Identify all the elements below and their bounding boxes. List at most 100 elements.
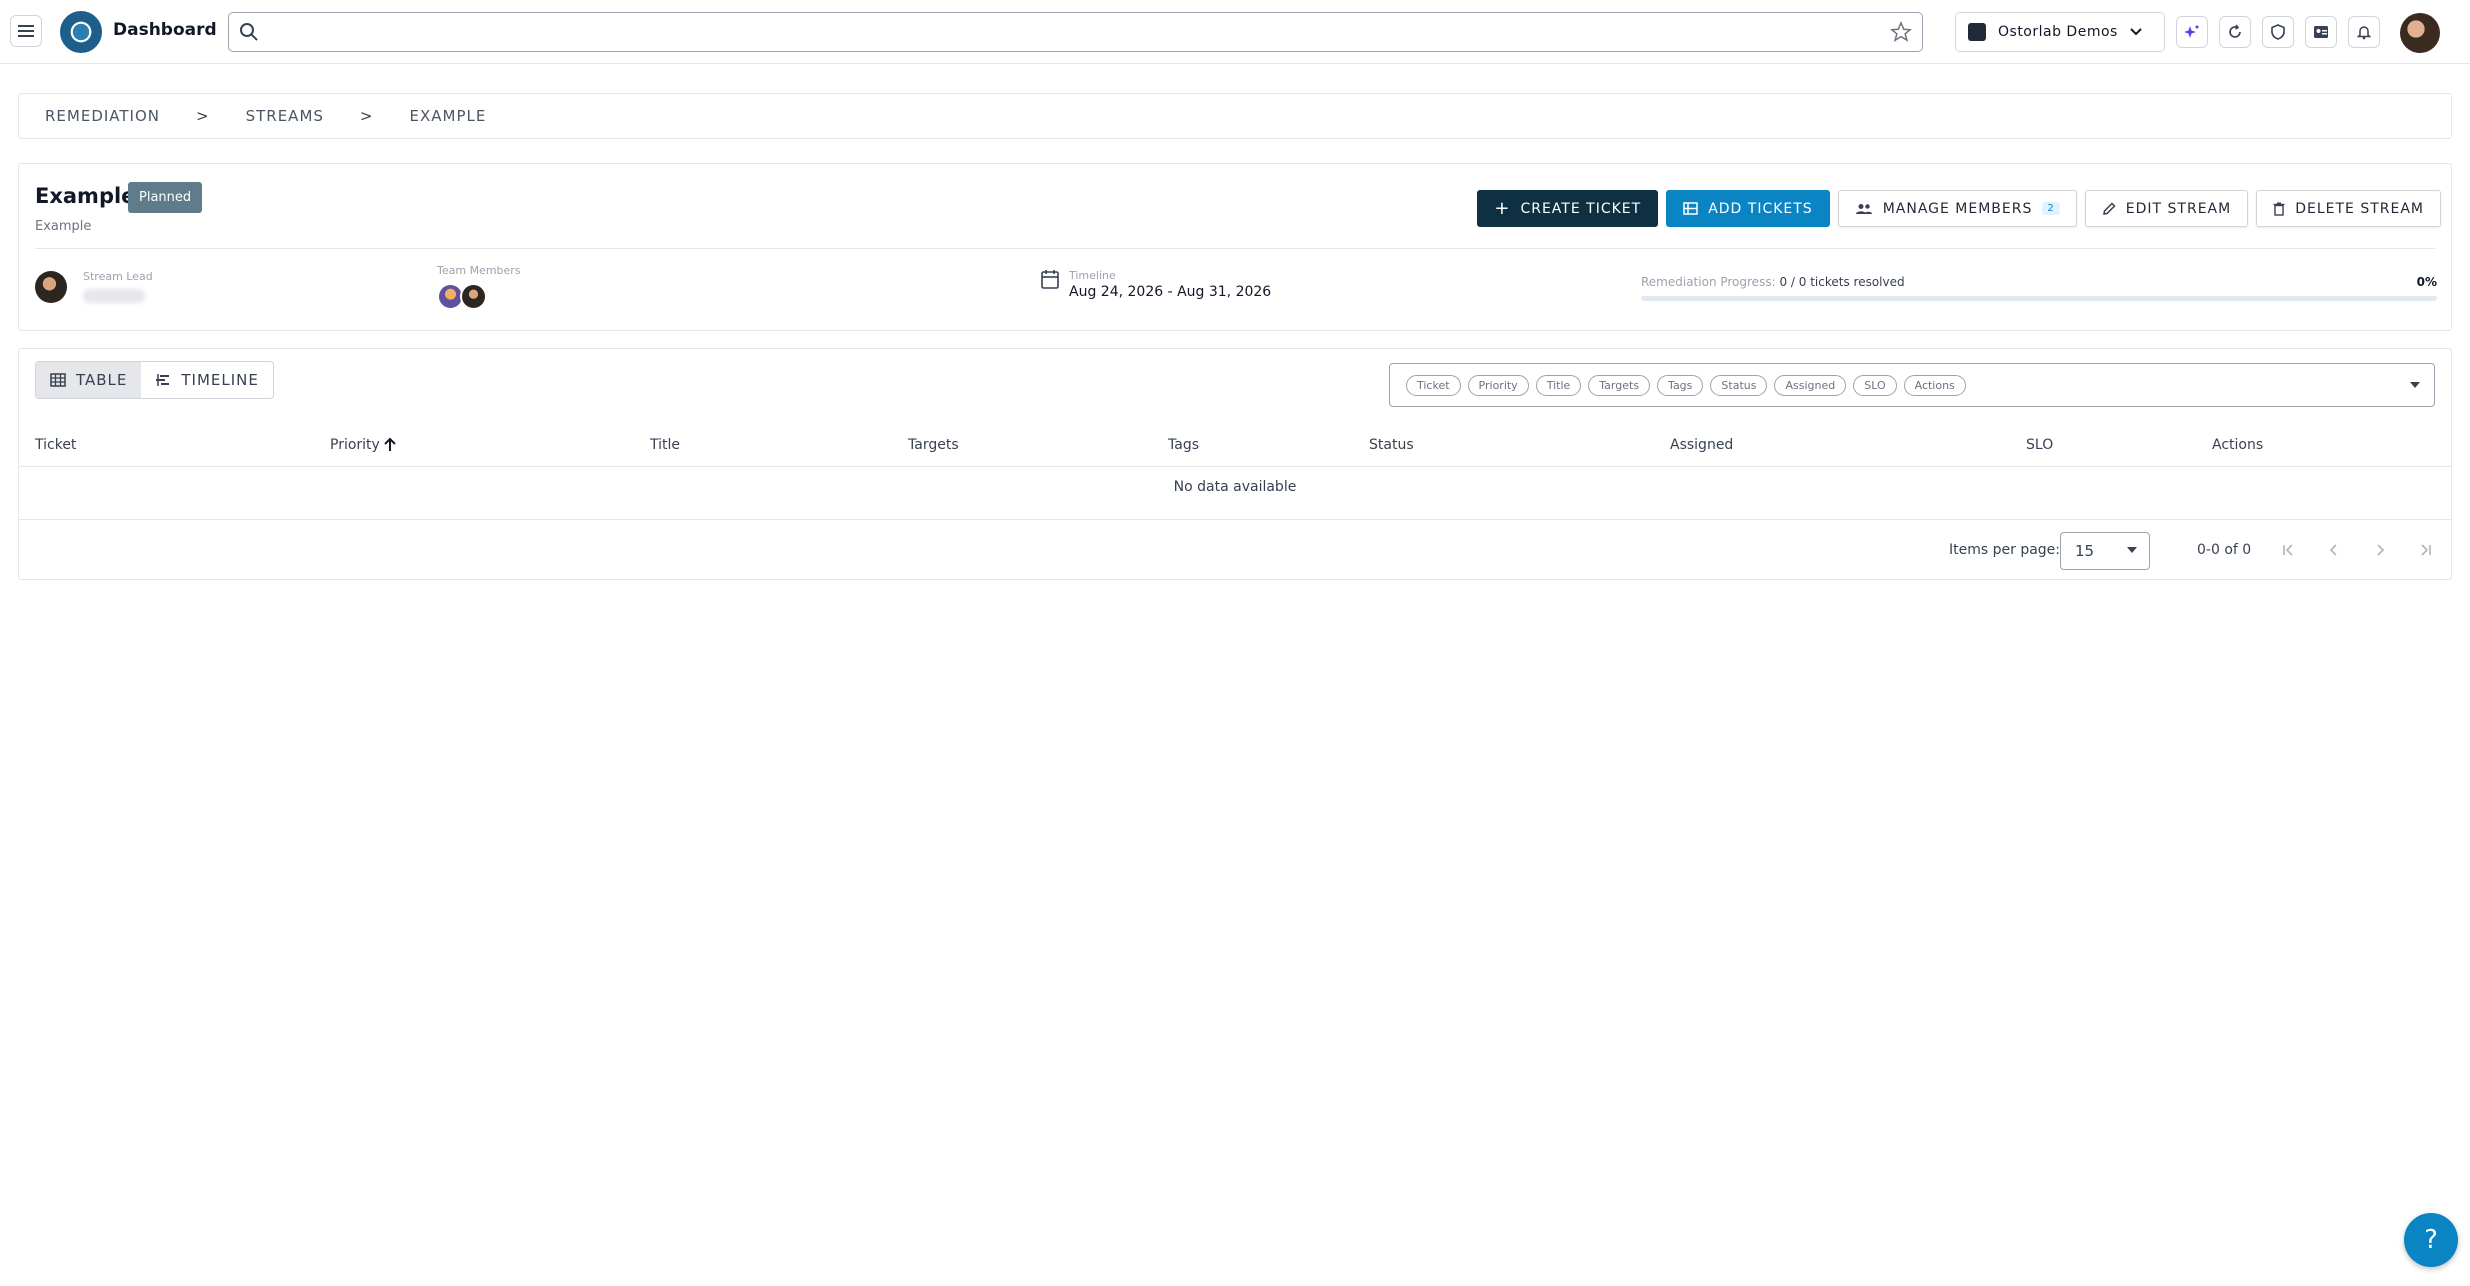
- timeline: Timeline Aug 24, 2026 - Aug 31, 2026: [1041, 269, 1271, 300]
- column-header-ticket[interactable]: Ticket: [35, 437, 76, 453]
- brand-title[interactable]: Dashboard: [113, 20, 217, 40]
- stream-header-card: Example Planned Example + CREATE TICKET …: [18, 163, 2452, 331]
- breadcrumb-separator: >: [359, 107, 374, 125]
- stream-lead-name-redacted: [83, 289, 145, 303]
- column-chip-tags[interactable]: Tags: [1657, 374, 1704, 396]
- column-chip-targets[interactable]: Targets: [1588, 374, 1651, 396]
- progress-label: Remediation Progress:: [1641, 275, 1776, 289]
- team-members-avatars: [437, 283, 521, 310]
- column-header-title[interactable]: Title: [650, 437, 680, 453]
- breadcrumb-separator: >: [196, 107, 210, 125]
- member-avatar[interactable]: [460, 283, 487, 310]
- column-chip-assigned[interactable]: Assigned: [1774, 374, 1847, 396]
- column-header-tags[interactable]: Tags: [1168, 437, 1199, 453]
- column-header-targets[interactable]: Targets: [908, 437, 959, 453]
- bell-icon: [2356, 26, 2372, 40]
- ai-assistant-button[interactable]: [2176, 16, 2208, 48]
- stream-title: Example: [35, 184, 136, 208]
- column-header-priority[interactable]: Priority: [330, 437, 396, 453]
- search-input[interactable]: [269, 19, 1869, 45]
- create-ticket-button[interactable]: + CREATE TICKET: [1477, 190, 1659, 227]
- column-chip-slo[interactable]: SLO: [1853, 374, 1897, 396]
- column-chip-actions[interactable]: Actions: [1903, 374, 1966, 396]
- org-name: Ostorlab Demos: [1998, 24, 2118, 40]
- user-avatar[interactable]: [2400, 13, 2440, 53]
- delete-stream-button[interactable]: DELETE STREAM: [2256, 190, 2441, 227]
- column-selector[interactable]: Ticket Priority Title Targets Tags Statu…: [1389, 363, 2435, 407]
- progress-text: 0 / 0 tickets resolved: [1779, 275, 1905, 289]
- plus-icon: +: [1494, 197, 1511, 219]
- table-view-label: TABLE: [76, 371, 128, 389]
- refresh-icon: [2229, 24, 2241, 38]
- organization-selector[interactable]: Ostorlab Demos: [1955, 12, 2165, 52]
- column-header-status[interactable]: Status: [1369, 437, 1414, 453]
- last-page-button[interactable]: [2412, 537, 2438, 563]
- column-chip-ticket[interactable]: Ticket: [1406, 374, 1461, 396]
- timeline-label: Timeline: [1069, 269, 1116, 282]
- trash-icon: [2273, 202, 2285, 216]
- edit-stream-label: EDIT STREAM: [2125, 200, 2232, 217]
- delete-stream-label: DELETE STREAM: [2295, 200, 2424, 217]
- star-icon[interactable]: [1890, 21, 1912, 43]
- tickets-table-card: TABLE TIMELINE Ticket Priority Title Tar…: [18, 348, 2452, 580]
- table-add-icon: [1683, 202, 1698, 215]
- column-header-assigned[interactable]: Assigned: [1670, 437, 1733, 453]
- menu-button[interactable]: [10, 15, 42, 47]
- breadcrumb-remediation[interactable]: REMEDIATION: [45, 107, 160, 125]
- org-logo-icon: [1968, 23, 1986, 41]
- timeline-view-button[interactable]: TIMELINE: [141, 362, 273, 398]
- add-tickets-button[interactable]: ADD TICKETS: [1666, 190, 1830, 227]
- team-members-label: Team Members: [437, 264, 521, 277]
- manage-members-button[interactable]: MANAGE MEMBERS 2: [1837, 190, 2077, 227]
- shield-icon: [2271, 24, 2285, 40]
- people-icon: [1855, 203, 1872, 214]
- notifications-button[interactable]: [2348, 16, 2380, 48]
- breadcrumb-streams[interactable]: STREAMS: [246, 107, 324, 125]
- sparkle-icon: [2184, 25, 2199, 38]
- grid-icon: [50, 373, 66, 387]
- app-logo[interactable]: [60, 11, 102, 53]
- sort-ascending-icon: [384, 437, 396, 451]
- items-per-page-label: Items per page:: [1949, 542, 2061, 558]
- members-count-badge: 2: [2042, 202, 2060, 215]
- chevron-down-icon: [2130, 28, 2142, 36]
- help-button[interactable]: ?: [2404, 1213, 2458, 1267]
- stream-description: Example: [35, 219, 92, 234]
- contacts-button[interactable]: [2305, 16, 2337, 48]
- divider: [35, 248, 2435, 249]
- timeline-value: Aug 24, 2026 - Aug 31, 2026: [1069, 284, 1272, 300]
- security-button[interactable]: [2262, 16, 2294, 48]
- remediation-progress: Remediation Progress: 0 / 0 tickets reso…: [1641, 275, 2437, 301]
- view-toggle: TABLE TIMELINE: [35, 361, 274, 399]
- column-header-actions[interactable]: Actions: [2212, 437, 2263, 453]
- column-chip-priority[interactable]: Priority: [1467, 374, 1529, 396]
- team-members: Team Members: [437, 264, 521, 310]
- edit-stream-button[interactable]: EDIT STREAM: [2084, 190, 2249, 227]
- progress-percent: 0%: [2416, 275, 2437, 289]
- next-page-button[interactable]: [2367, 537, 2393, 563]
- chevron-left-icon: [2329, 544, 2337, 556]
- last-page-icon: [2421, 544, 2431, 556]
- table-footer: Items per page: 15 0-0 of 0: [19, 519, 2451, 579]
- pagination-range: 0-0 of 0: [2197, 542, 2252, 558]
- refresh-button[interactable]: [2219, 16, 2251, 48]
- search-bar[interactable]: [228, 12, 1923, 52]
- breadcrumb: REMEDIATION > STREAMS > EXAMPLE: [18, 93, 2452, 139]
- column-chip-status[interactable]: Status: [1710, 374, 1768, 396]
- stream-actions: + CREATE TICKET ADD TICKETS MANAGE MEMBE…: [1477, 190, 2441, 227]
- progress-bar: [1641, 296, 2437, 301]
- top-bar: Dashboard Ostorlab Demos: [0, 0, 2470, 64]
- manage-members-label: MANAGE MEMBERS: [1882, 200, 2033, 217]
- table-view-button[interactable]: TABLE: [36, 362, 142, 398]
- stream-lead: Stream Lead: [83, 270, 153, 303]
- previous-page-button[interactable]: [2321, 537, 2347, 563]
- create-ticket-label: CREATE TICKET: [1520, 200, 1642, 217]
- column-chip-title[interactable]: Title: [1535, 374, 1582, 396]
- items-per-page-select[interactable]: 15: [2060, 532, 2150, 570]
- first-page-button[interactable]: [2276, 537, 2302, 563]
- add-tickets-label: ADD TICKETS: [1708, 200, 1813, 217]
- column-header-slo[interactable]: SLO: [2026, 437, 2053, 453]
- chevron-right-icon: [2377, 544, 2385, 556]
- first-page-icon: [2283, 544, 2293, 556]
- empty-state: No data available: [1173, 479, 1297, 495]
